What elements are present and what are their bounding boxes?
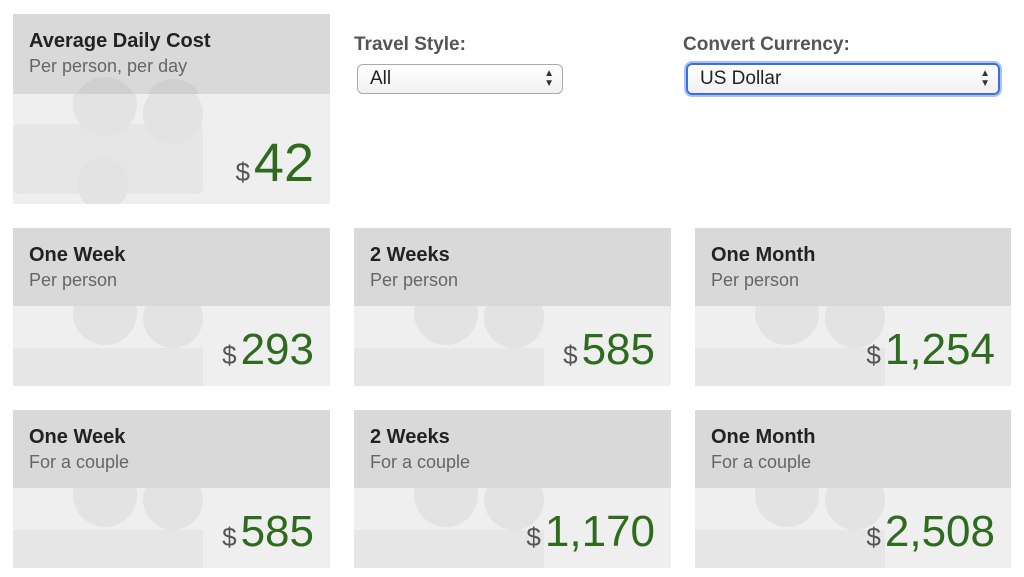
card-subtitle: Per person [370,270,459,290]
amount: 1,170 [544,507,655,556]
card-subtitle: For a couple [370,452,471,472]
cost-card-one-month-per-person: One Month Per person $1,254 [695,228,1011,386]
price: $293 [222,328,314,372]
card-title: 2 Weeks [370,244,450,266]
travel-style-label: Travel Style: [354,34,466,55]
card-header: One Month Per person [695,228,1011,306]
card-subtitle: Per person [29,270,118,290]
price: $1,254 [866,328,995,372]
card-subtitle: For a couple [29,452,130,472]
card-header: One Week Per person [13,228,330,306]
amount: 1,254 [884,325,995,374]
cost-card-2-weeks-couple: 2 Weeks For a couple $1,170 [354,410,671,568]
money-watermark-icon [76,77,199,94]
cost-card-one-week-couple: One Week For a couple $585 [13,410,330,568]
card-subtitle: Per person, per day [29,56,188,76]
card-header: 2 Weeks Per person [354,228,671,306]
card-subtitle: Per person [711,270,800,290]
card-title: One Month [711,426,816,448]
card-header: One Week For a couple [13,410,330,488]
card-title: One Week [29,426,126,448]
amount: 585 [240,507,314,556]
card-header: Average Daily Cost Per person, per day [13,14,330,94]
travel-style-select[interactable]: All ▲ ▼ [357,64,563,94]
convert-currency-label: Convert Currency: [683,34,850,55]
card-subtitle: For a couple [711,452,812,472]
price: $42 [235,136,314,190]
cost-card-one-week-per-person: One Week Per person $293 [13,228,330,386]
card-title: One Month [711,244,816,266]
currency-symbol: $ [866,340,881,370]
card-title: 2 Weeks [370,426,450,448]
cost-card-one-month-couple: One Month For a couple $2,508 [695,410,1011,568]
cost-card-2-weeks-per-person: 2 Weeks Per person $585 [354,228,671,386]
price: $585 [563,328,655,372]
select-arrows-icon: ▲ ▼ [980,68,990,89]
currency-symbol: $ [866,522,881,552]
card-title: Average Daily Cost [29,30,211,52]
amount: 2,508 [884,507,995,556]
currency-select[interactable]: US Dollar ▲ ▼ [686,63,1000,95]
amount: 585 [581,325,655,374]
card-header: 2 Weeks For a couple [354,410,671,488]
card-title: One Week [29,244,126,266]
amount: 293 [240,325,314,374]
travel-style-value: All [370,68,392,89]
price: $1,170 [526,510,655,554]
currency-symbol: $ [235,157,250,187]
price: $2,508 [866,510,995,554]
price: $585 [222,510,314,554]
select-arrows-icon: ▲ ▼ [544,68,554,89]
currency-symbol: $ [563,340,578,370]
card-header: One Month For a couple [695,410,1011,488]
currency-symbol: $ [222,522,237,552]
average-daily-cost-card: Average Daily Cost Per person, per day $… [13,14,330,204]
currency-symbol: $ [222,340,237,370]
currency-symbol: $ [526,522,541,552]
currency-value: US Dollar [700,68,782,89]
amount: 42 [253,133,314,193]
